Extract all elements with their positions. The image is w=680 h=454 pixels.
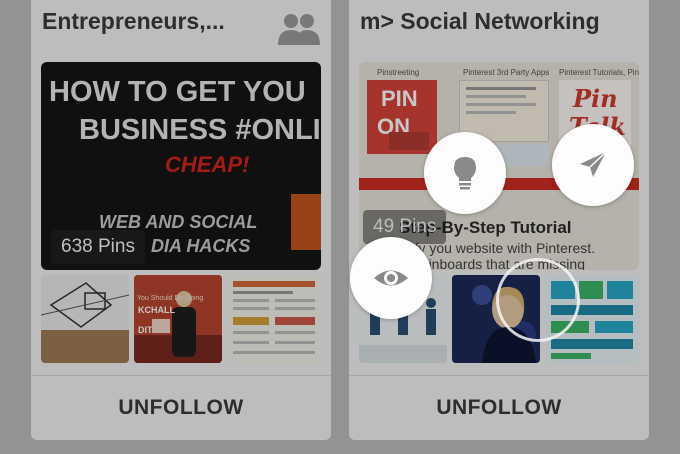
cover-tile-text: Pin (573, 84, 618, 113)
pin-count: 638 Pins (51, 230, 145, 264)
cover-highlight: CHEAP! (165, 152, 250, 177)
unfollow-button[interactable]: UNFOLLOW (31, 376, 331, 440)
cover-column-header: Pinstreeting (377, 68, 420, 77)
board-cover-image[interactable]: HOW TO GET YOU BUSINESS #ONLIN CHEAP! WE… (41, 62, 321, 270)
thumbnail-sketch[interactable] (41, 275, 129, 363)
idea-action-button[interactable] (424, 132, 506, 214)
thumbnail-infographic[interactable] (227, 275, 321, 363)
thumbnail-speaker[interactable]: You Should Be Doing KCHALL DIT (134, 275, 222, 363)
send-action-button[interactable] (552, 124, 634, 206)
thumbnail-caption: KCHALL (138, 305, 175, 315)
thumbnail-caption: DIT (138, 325, 153, 335)
cover-headline: HOW TO GET YOU (49, 76, 306, 108)
board-thumbnails: You Should Be Doing KCHALL DIT (41, 275, 321, 363)
cover-decoration (291, 194, 321, 250)
cover-column-header: Pinterest Tutorials, Pint (559, 68, 639, 77)
thumbnail-caption: You Should Be Doing (137, 295, 204, 302)
board-title[interactable]: m> Social Networking (360, 8, 640, 35)
touch-indicator (496, 258, 580, 342)
cover-headline: BUSINESS #ONLIN (79, 114, 321, 146)
lightbulb-icon (454, 157, 476, 190)
send-icon (580, 151, 607, 177)
cover-column-header: Pinterest 3rd Party Apps (463, 68, 550, 77)
eye-icon (374, 270, 408, 286)
cover-tile-text: PIN (381, 86, 418, 111)
board-card-social-networking[interactable]: m> Social Networking Pinstreeting Pinter… (349, 0, 649, 440)
view-action-button[interactable] (350, 237, 432, 319)
board-title[interactable]: Entrepreneurs,... (42, 8, 282, 35)
unfollow-button[interactable]: UNFOLLOW (349, 376, 649, 440)
group-icon (278, 14, 320, 45)
board-card-entrepreneurs[interactable]: Entrepreneurs,... HOW TO GET YOU BUSINES… (31, 0, 331, 440)
